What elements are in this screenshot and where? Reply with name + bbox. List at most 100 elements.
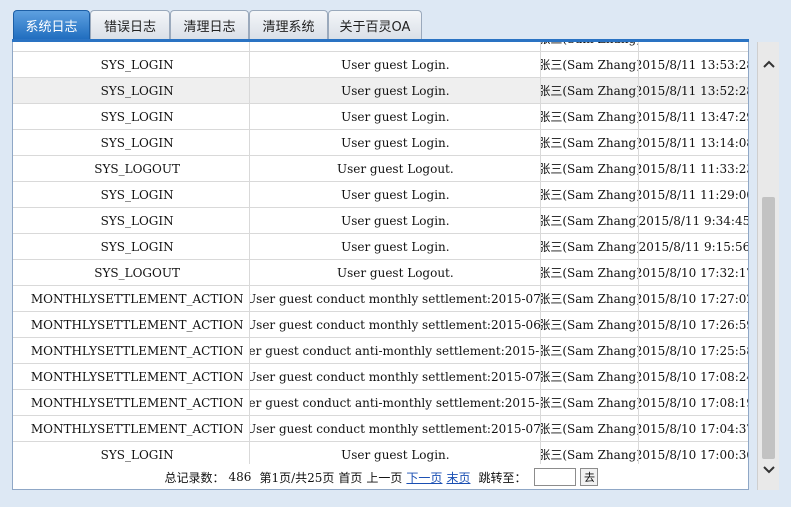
log-user-cell: 张三(Sam Zhang) xyxy=(541,337,639,364)
log-table-panel: 张三(Sam Zhang) SYS_LOGINUser guest Login.… xyxy=(12,42,749,490)
first-page-button[interactable]: 首页 xyxy=(338,469,362,486)
log-time-cell: 2015/8/11 9:15:56 xyxy=(638,239,749,254)
log-time-cell: 2015/8/11 13:52:28 xyxy=(638,83,749,98)
log-user-cell: 张三(Sam Zhang) xyxy=(541,207,639,234)
table-row[interactable]: SYS_LOGIN User guest Login. 张三(Sam Zhang) 2… xyxy=(13,51,749,78)
log-time-cell: 2015/8/10 17:08:24 xyxy=(638,369,749,384)
log-message-cell: User guest Logout. xyxy=(250,259,542,286)
log-time-cell: 2015/8/11 11:29:00 xyxy=(638,187,749,202)
tab-error-log[interactable]: 错误日志 xyxy=(90,10,170,40)
table-row[interactable]: MONTHLYSETTLEMENT_ACTIONUser guest condu… xyxy=(13,311,749,338)
log-user-cell: 张三(Sam Zhang) xyxy=(541,129,639,156)
log-user-cell: 张三(Sam Zhang) xyxy=(541,181,639,208)
log-type-cell: SYS_LOGIN xyxy=(25,233,251,260)
table-row[interactable]: SYS_LOGIN User guest Login. 张三(Sam Zhang) 2… xyxy=(13,233,749,260)
log-time-cell xyxy=(639,42,748,52)
log-message-cell xyxy=(250,42,542,52)
log-type-cell: SYS_LOGOUT xyxy=(25,155,251,182)
log-type-cell: SYS_LOGIN xyxy=(25,77,251,104)
log-message-cell: User guest conduct monthly settlement:20… xyxy=(250,363,542,390)
table-row[interactable]: MONTHLYSETTLEMENT_ACTIONUser guest condu… xyxy=(13,285,749,312)
log-message-cell: User guest conduct anti-monthly settleme… xyxy=(250,337,542,364)
log-type-cell: SYS_LOGIN xyxy=(25,181,251,208)
log-time-cell: 2015/8/10 17:26:59 xyxy=(638,317,749,332)
table-row[interactable]: SYS_LOGIN User guest Login. 张三(Sam Zhang) 2… xyxy=(13,77,749,104)
table-row[interactable]: SYS_LOGIN User guest Login. 张三(Sam Zhang) 2… xyxy=(13,129,749,156)
log-user-cell: 张三(Sam Zhang) xyxy=(541,42,639,52)
log-time-cell: 2015/8/10 17:25:58 xyxy=(638,343,749,358)
table-row[interactable]: SYS_LOGIN User guest Login. 张三(Sam Zhang) 2… xyxy=(13,103,748,130)
log-time-cell: 2015/8/11 13:53:28 xyxy=(638,57,749,72)
page-info: 第1页/共25页 xyxy=(259,470,335,485)
table-row[interactable]: SYS_LOGOUT User guest Logout. 张三(Sam Zhang… xyxy=(13,155,749,182)
log-type-cell: SYS_LOGOUT xyxy=(25,259,251,286)
log-user-cell: 张三(Sam Zhang) xyxy=(541,51,639,78)
table-row[interactable]: MONTHLYSETTLEMENT_ACTIONUser guest condu… xyxy=(13,337,749,364)
log-time-cell: 2015/8/11 9:34:45 xyxy=(638,213,749,228)
log-user-cell: 张三(Sam Zhang) xyxy=(541,415,639,442)
table-row[interactable]: MONTHLYSETTLEMENT_ACTIONUser guest condu… xyxy=(13,363,749,390)
next-page-link[interactable]: 下一页 xyxy=(406,469,442,486)
jump-to-label: 跳转至： xyxy=(478,470,527,485)
log-user-cell: 张三(Sam Zhang) xyxy=(541,103,639,130)
tab-clean-log[interactable]: 清理日志 xyxy=(170,10,249,40)
log-message-cell: User guest Login. xyxy=(250,181,542,208)
prev-page-button[interactable]: 上一页 xyxy=(366,469,402,486)
table-row[interactable]: SYS_LOGIN User guest Login. 张三(Sam Zhang) 2… xyxy=(13,207,749,234)
tab-about-oa[interactable]: 关于百灵OA xyxy=(328,10,422,40)
tab-clean-system[interactable]: 清理系统 xyxy=(249,10,328,40)
log-type-cell: MONTHLYSETTLEMENT_ACTION xyxy=(25,415,251,442)
log-type-cell: MONTHLYSETTLEMENT_ACTION xyxy=(25,389,251,416)
vertical-scrollbar[interactable] xyxy=(757,42,779,490)
table-row[interactable]: MONTHLYSETTLEMENT_ACTIONUser guest condu… xyxy=(13,389,749,416)
log-message-cell: User guest Login. xyxy=(250,103,542,130)
table-row[interactable]: SYS_LOGIN User guest Login. 张三(Sam Zhang) 2… xyxy=(13,181,749,208)
scrollbar-thumb[interactable] xyxy=(762,197,775,459)
log-time-cell: 2015/8/11 13:14:08 xyxy=(638,135,749,150)
log-message-cell: User guest conduct monthly settlement:20… xyxy=(250,415,542,442)
log-type-cell xyxy=(25,42,251,52)
log-user-cell: 张三(Sam Zhang) xyxy=(541,77,639,104)
log-table: 张三(Sam Zhang) SYS_LOGINUser guest Login.… xyxy=(13,42,749,468)
log-type-cell: SYS_LOGIN xyxy=(25,207,251,234)
total-records-label: 总记录数： xyxy=(164,470,225,485)
log-user-cell: 张三(Sam Zhang) xyxy=(541,311,639,338)
table-row-partial: 张三(Sam Zhang) xyxy=(13,42,748,52)
log-type-cell: SYS_LOGIN xyxy=(25,129,251,156)
log-user-cell: 张三(Sam Zhang) xyxy=(541,155,639,182)
log-user-cell: 张三(Sam Zhang) xyxy=(541,259,639,286)
log-message-cell: User guest Login. xyxy=(250,77,542,104)
log-message-cell: User guest conduct monthly settlement:20… xyxy=(250,285,542,312)
table-row[interactable]: SYS_LOGOUT User guest Logout. 张三(Sam Zhang… xyxy=(13,259,749,286)
chevron-up-icon[interactable] xyxy=(758,54,780,74)
last-page-link[interactable]: 末页 xyxy=(446,469,470,486)
log-message-cell: User guest conduct monthly settlement:20… xyxy=(250,311,542,338)
jump-page-input[interactable] xyxy=(534,468,577,486)
log-message-cell: User guest Logout. xyxy=(250,155,542,182)
table-row[interactable]: MONTHLYSETTLEMENT_ACTIONUser guest condu… xyxy=(13,415,749,442)
log-user-cell: 张三(Sam Zhang) xyxy=(541,285,639,312)
go-button[interactable]: 去 xyxy=(580,468,599,486)
log-message-cell: User guest Login. xyxy=(250,233,542,260)
log-message-cell: User guest conduct anti-monthly settleme… xyxy=(250,389,542,416)
log-type-cell: SYS_LOGIN xyxy=(25,51,251,78)
log-message-cell: User guest Login. xyxy=(250,129,542,156)
pagination-bar: 总记录数： 486 第1页/共25页 首页 上一页 下一页 末页 跳转至： 去 xyxy=(13,464,748,489)
log-time-cell: 2015/8/10 17:04:37 xyxy=(638,421,749,436)
log-time-cell: 2015/8/10 17:32:17 xyxy=(638,265,749,280)
chevron-down-icon[interactable] xyxy=(758,460,780,480)
tab-system-log[interactable]: 系统日志 xyxy=(13,10,90,40)
log-time-cell: 2015/8/11 11:33:23 xyxy=(638,161,749,176)
log-type-cell: MONTHLYSETTLEMENT_ACTION xyxy=(25,363,251,390)
log-message-cell: User guest Login. xyxy=(250,51,542,78)
log-type-cell: MONTHLYSETTLEMENT_ACTION xyxy=(25,311,251,338)
log-time-cell: 2015/8/10 17:27:02 xyxy=(638,291,749,306)
log-time-cell: 2015/8/10 17:08:19 xyxy=(638,395,749,410)
total-records-count: 486 xyxy=(228,470,252,484)
tab-bar: 系统日志 错误日志 清理日志 清理系统 关于百灵OA xyxy=(0,0,791,40)
log-type-cell: MONTHLYSETTLEMENT_ACTION xyxy=(25,337,251,364)
log-type-cell: SYS_LOGIN xyxy=(25,103,251,130)
log-user-cell: 张三(Sam Zhang) xyxy=(541,389,639,416)
log-user-cell: 张三(Sam Zhang) xyxy=(541,363,639,390)
log-type-cell: MONTHLYSETTLEMENT_ACTION xyxy=(25,285,251,312)
